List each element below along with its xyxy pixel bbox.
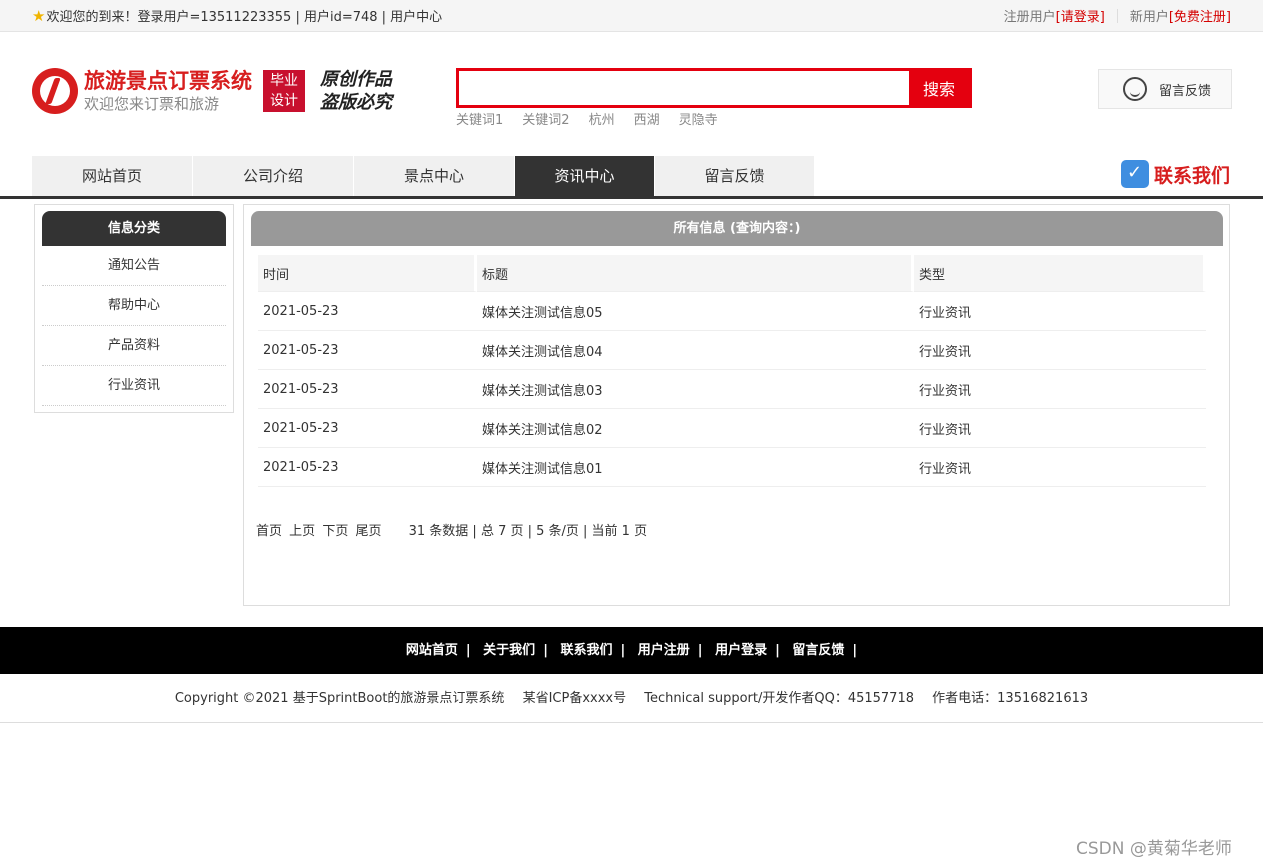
cell-type: 行业资讯 xyxy=(914,370,1206,409)
nav-item-scenic[interactable]: 景点中心 xyxy=(354,156,515,196)
info-panel: 所有信息 (查询内容：) 时间 标题 类型 2021-05-23 媒体关注测试信… xyxy=(243,204,1230,606)
divider xyxy=(1116,8,1118,23)
feedback-label: 留言反馈 xyxy=(1159,83,1212,99)
cell-type: 行业资讯 xyxy=(914,292,1206,331)
pager-info: 31 条数据 | 总 7 页 | 5 条/页 | 当前 1 页 xyxy=(408,524,648,539)
logo-subtitle: 欢迎您来订票和旅游 xyxy=(84,95,220,113)
phone-check-icon xyxy=(1121,160,1149,188)
star-icon: ★ xyxy=(32,6,46,25)
hot-keywords: 关键词1 关键词2 杭州 西湖 灵隐寺 xyxy=(456,109,737,128)
table-row: 2021-05-23 媒体关注测试信息01 行业资讯 xyxy=(258,448,1206,487)
table-row: 2021-05-23 媒体关注测试信息03 行业资讯 xyxy=(258,370,1206,409)
nav-item-company[interactable]: 公司介绍 xyxy=(193,156,354,196)
nav-item-home[interactable]: 网站首页 xyxy=(32,156,193,196)
cell-date: 2021-05-23 xyxy=(258,370,477,409)
cell-type: 行业资讯 xyxy=(914,409,1206,448)
logo-icon xyxy=(32,68,78,114)
cell-title-link[interactable]: 媒体关注测试信息04 xyxy=(477,331,914,370)
cell-date: 2021-05-23 xyxy=(258,409,477,448)
new-user-label: 新用户 xyxy=(1129,10,1169,25)
account-links: 注册用户 [请登录] 新用户 [免费注册] xyxy=(1004,6,1231,25)
keyword-link[interactable]: 杭州 xyxy=(589,109,615,128)
support-text: Technical support/开发作者QQ：45157718 xyxy=(644,691,915,706)
copyright-bar: Copyright ©2021 基于SprintBoot的旅游景点订票系统 某省… xyxy=(0,674,1263,723)
badge-line-1: 毕业 xyxy=(270,73,298,89)
table-row: 2021-05-23 媒体关注测试信息05 行业资讯 xyxy=(258,292,1206,331)
cell-title-link[interactable]: 媒体关注测试信息03 xyxy=(477,370,914,409)
cell-date: 2021-05-23 xyxy=(258,331,477,370)
slogan-line-1: 原创作品 xyxy=(320,69,392,90)
search-bar: 搜索 xyxy=(456,68,972,108)
footer-nav: 网站首页 | 关于我们 | 联系我们 | 用户注册 | 用户登录 | 留言反馈 | xyxy=(0,627,1263,674)
footer-link-home[interactable]: 网站首页 xyxy=(406,643,458,658)
badge-line-2: 设计 xyxy=(270,93,298,109)
info-table: 时间 标题 类型 2021-05-23 媒体关注测试信息05 行业资讯 2021… xyxy=(258,255,1206,487)
keyword-link[interactable]: 灵隐寺 xyxy=(679,109,718,128)
cell-title-link[interactable]: 媒体关注测试信息05 xyxy=(477,292,914,331)
cell-title-link[interactable]: 媒体关注测试信息02 xyxy=(477,409,914,448)
pager-prev[interactable]: 上页 xyxy=(289,524,315,539)
table-header-row: 时间 标题 类型 xyxy=(258,255,1206,292)
cell-date: 2021-05-23 xyxy=(258,292,477,331)
panel-title: 所有信息 (查询内容：) xyxy=(251,211,1223,246)
copyright-text: Copyright ©2021 基于SprintBoot的旅游景点订票系统 xyxy=(174,691,505,706)
sidebar-item-product[interactable]: 产品资料 xyxy=(42,326,226,366)
phone-text: 作者电话：13516821613 xyxy=(932,691,1089,706)
contact-us-link[interactable]: 联系我们 xyxy=(1121,160,1230,188)
footer-link-about[interactable]: 关于我们 xyxy=(483,643,535,658)
sidebar-item-industry[interactable]: 行业资讯 xyxy=(42,366,226,406)
login-link[interactable]: [请登录] xyxy=(1056,6,1105,25)
pagination: 首页 上页 下页 尾页 31 条数据 | 总 7 页 | 5 条/页 | 当前 … xyxy=(256,520,647,539)
cell-type: 行业资讯 xyxy=(914,448,1206,487)
feedback-button[interactable]: 留言反馈 xyxy=(1098,69,1232,109)
keyword-link[interactable]: 关键词1 xyxy=(456,109,503,128)
main-nav: 网站首页 公司介绍 景点中心 资讯中心 留言反馈 联系我们 xyxy=(0,156,1263,199)
sidebar-item-help[interactable]: 帮助中心 xyxy=(42,286,226,326)
headset-icon xyxy=(1123,77,1147,101)
icp-text: 某省ICP备xxxx号 xyxy=(522,691,627,706)
column-header-time: 时间 xyxy=(258,255,477,292)
table-row: 2021-05-23 媒体关注测试信息04 行业资讯 xyxy=(258,331,1206,370)
nav-item-feedback[interactable]: 留言反馈 xyxy=(655,156,815,196)
free-register-link[interactable]: [免费注册] xyxy=(1169,6,1231,25)
logo-title: 旅游景点订票系统 xyxy=(84,69,252,93)
footer-link-feedback[interactable]: 留言反馈 xyxy=(792,643,844,658)
nav-item-news[interactable]: 资讯中心 xyxy=(515,156,655,196)
top-bar: ★ 欢迎您的到来！登录用户=13511223355 | 用户id=748 | 用… xyxy=(0,0,1263,32)
column-header-title: 标题 xyxy=(477,255,914,292)
keyword-link[interactable]: 西湖 xyxy=(634,109,660,128)
sidebar-item-notice[interactable]: 通知公告 xyxy=(42,246,226,286)
cell-type: 行业资讯 xyxy=(914,331,1206,370)
pager-last[interactable]: 尾页 xyxy=(355,524,381,539)
table-row: 2021-05-23 媒体关注测试信息02 行业资讯 xyxy=(258,409,1206,448)
register-user-label: 注册用户 xyxy=(1003,10,1056,25)
footer-link-register[interactable]: 用户注册 xyxy=(638,643,690,658)
graduation-badge: 毕业 设计 xyxy=(263,70,305,112)
cell-date: 2021-05-23 xyxy=(258,448,477,487)
pager-next[interactable]: 下页 xyxy=(322,524,348,539)
slogan: 原创作品 盗版必究 xyxy=(320,68,392,114)
site-logo[interactable]: 旅游景点订票系统 欢迎您来订票和旅游 xyxy=(32,68,252,114)
column-header-type: 类型 xyxy=(914,255,1206,292)
welcome-area: ★ 欢迎您的到来！登录用户=13511223355 | 用户id=748 | 用… xyxy=(32,6,442,26)
footer-link-login[interactable]: 用户登录 xyxy=(715,643,767,658)
keyword-link[interactable]: 关键词2 xyxy=(522,109,569,128)
sidebar-title: 信息分类 xyxy=(42,211,226,246)
search-input[interactable] xyxy=(459,71,909,105)
category-sidebar: 信息分类 通知公告 帮助中心 产品资料 行业资讯 xyxy=(34,204,234,413)
welcome-text[interactable]: 欢迎您的到来！登录用户=13511223355 | 用户id=748 | 用户中… xyxy=(46,6,442,25)
contact-us-label: 联系我们 xyxy=(1154,164,1231,187)
watermark: CSDN @黄菊华老师 xyxy=(1076,839,1232,859)
footer-link-contact[interactable]: 联系我们 xyxy=(560,643,612,658)
cell-title-link[interactable]: 媒体关注测试信息01 xyxy=(477,448,914,487)
pager-first[interactable]: 首页 xyxy=(256,524,282,539)
search-button[interactable]: 搜索 xyxy=(909,71,969,105)
slogan-line-2: 盗版必究 xyxy=(320,92,392,113)
